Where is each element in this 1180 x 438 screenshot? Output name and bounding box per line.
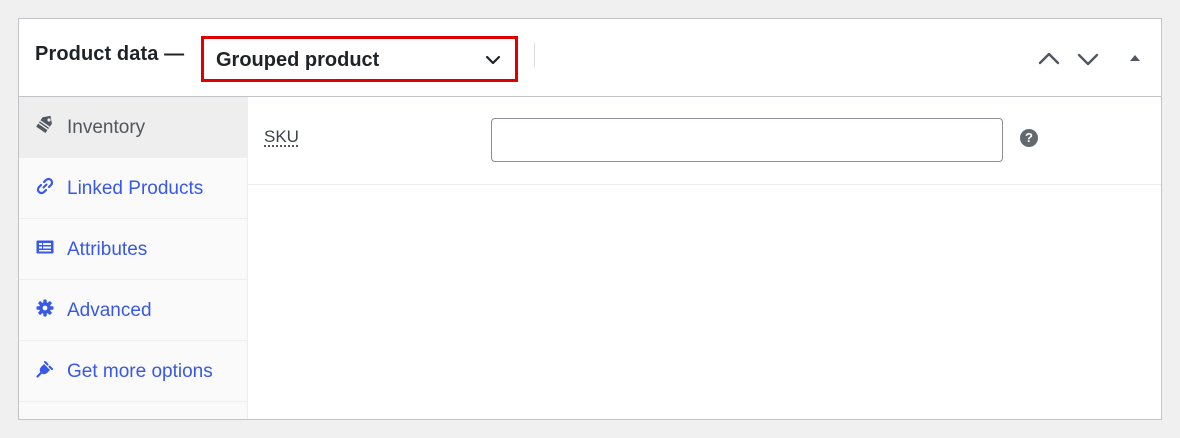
tab-get-more-options[interactable]: Get more options: [19, 341, 247, 402]
chevron-down-icon: [1074, 45, 1102, 73]
tag-icon: [35, 115, 55, 135]
product-data-tabs: Inventory Linked Products Attributes Adv…: [19, 97, 248, 419]
triangle-up-icon: [1121, 45, 1149, 73]
plugin-icon: [35, 359, 55, 379]
panel-header: Product data — Grouped product: [19, 19, 1161, 97]
inventory-panel: SKU ?: [248, 97, 1161, 419]
tab-advanced[interactable]: Advanced: [19, 280, 247, 341]
move-down-button[interactable]: [1074, 45, 1102, 73]
chevron-down-icon: [483, 50, 503, 70]
sku-input[interactable]: [491, 118, 1003, 162]
tab-label: Attributes: [67, 239, 148, 260]
tab-label: Advanced: [67, 300, 152, 321]
sku-row: SKU ?: [248, 97, 1161, 185]
header-divider: [534, 43, 535, 67]
chevron-up-icon: [1035, 45, 1063, 73]
product-type-value: Grouped product: [216, 49, 380, 71]
help-icon[interactable]: ?: [1020, 129, 1038, 147]
gear-icon: [35, 298, 55, 318]
product-data-panel: Product data — Grouped product Inventory…: [18, 18, 1162, 420]
tab-label: Linked Products: [67, 178, 204, 199]
tab-attributes[interactable]: Attributes: [19, 219, 247, 280]
tab-label: Get more options: [67, 361, 213, 382]
sku-label: SKU: [264, 127, 299, 146]
move-up-button[interactable]: [1035, 45, 1063, 73]
tab-linked-products[interactable]: Linked Products: [19, 158, 247, 219]
list-card-icon: [35, 237, 55, 257]
link-icon: [35, 176, 55, 196]
toggle-panel-button[interactable]: [1121, 45, 1149, 73]
tab-label: Inventory: [67, 117, 146, 138]
product-type-select[interactable]: Grouped product: [201, 36, 518, 82]
tab-inventory[interactable]: Inventory: [19, 97, 247, 158]
panel-title: Product data —: [35, 43, 185, 65]
